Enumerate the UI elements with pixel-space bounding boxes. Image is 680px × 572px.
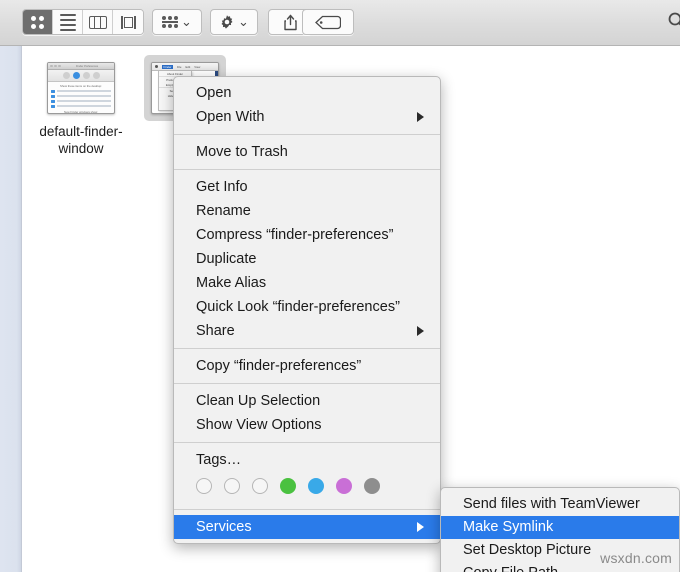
tag-icon [315,15,341,29]
icon-view-button[interactable] [23,10,53,34]
thumbnail-field-label: New Finder windows show: [64,110,98,114]
tags-button[interactable] [302,9,354,35]
menu-separator [174,509,440,510]
arrange-icon [162,16,179,28]
gallery-view-button[interactable] [113,10,143,34]
file-label[interactable]: default-finder- window [29,123,133,157]
tag-dot-none-1[interactable] [196,478,212,494]
file-item-default-finder-window[interactable]: Finder Preferences Show these items on t… [29,58,133,157]
submenu-item-label: Send files with TeamViewer [463,496,640,512]
menu-item-label: Show View Options [196,417,322,433]
menu-item-quick-look[interactable]: Quick Look “finder-preferences” [174,295,440,319]
chevron-down-icon: ⌄ [181,14,192,29]
menu-item-label: Clean Up Selection [196,393,321,409]
thumbnail-menu-view: View [194,64,201,69]
submenu-item-send-files-teamviewer[interactable]: Send files with TeamViewer [441,493,679,516]
menu-item-label: Get Info [196,179,248,195]
tag-dot-purple[interactable] [336,478,352,494]
tag-dot-gray[interactable] [364,478,380,494]
menu-item-label: Tags… [196,452,242,468]
menu-item-label: Make Alias [196,275,267,291]
menu-item-clean-up-selection[interactable]: Clean Up Selection [174,389,440,413]
file-label-line2: window [58,141,104,156]
thumbnail-menu-finder: Finder [162,64,173,69]
thumbnail-body: Show these items on the desktop: New Fin… [48,82,114,114]
arrange-button[interactable]: ⌄ [152,9,202,35]
menu-item-make-alias[interactable]: Make Alias [174,271,440,295]
submenu-arrow-icon [417,522,424,532]
menu-item-label: Quick Look “finder-preferences” [196,299,400,315]
menu-item-label: Duplicate [196,251,257,267]
thumbnail-toolbar [48,70,114,82]
action-button[interactable]: ⌄ [210,9,258,35]
menu-item-move-to-trash[interactable]: Move to Trash [174,140,440,164]
menu-item-label: Copy “finder-preferences” [196,358,362,374]
tag-color-row [174,472,440,504]
menu-separator [174,134,440,135]
menu-separator [174,383,440,384]
file-thumbnail[interactable]: Finder Preferences Show these items on t… [43,58,119,118]
submenu-item-label: Make Symlink [463,519,554,535]
list-view-button[interactable] [53,10,83,34]
menu-separator [174,348,440,349]
menu-item-duplicate[interactable]: Duplicate [174,247,440,271]
watermark: wsxdn.com [600,550,672,566]
view-mode-group [22,9,144,35]
finder-toolbar: ⌄ ⌄ [0,0,680,46]
file-label-line1: default-finder- [39,124,123,139]
menu-item-open-with[interactable]: Open With [174,105,440,129]
finder-preferences-thumbnail: Finder Preferences Show these items on t… [47,62,115,114]
submenu-item-label: Copy File Path [463,565,558,572]
menu-item-show-view-options[interactable]: Show View Options [174,413,440,437]
menu-item-label: Open [196,85,232,101]
tag-dot-none-3[interactable] [252,478,268,494]
menu-item-label: Share [196,323,235,339]
gallery-icon [120,15,137,29]
menu-item-label: Move to Trash [196,144,288,160]
submenu-item-label: Set Desktop Picture [463,542,592,558]
menu-item-label: Compress “finder-preferences” [196,227,394,243]
menu-item-tags[interactable]: Tags… [174,448,440,472]
thumbnail-menubar: Finder File Edit View [152,63,218,71]
thumbnail-menu-edit: Edit [185,64,191,69]
finder-sidebar[interactable] [0,46,22,572]
submenu-arrow-icon [417,326,424,336]
search-button[interactable] [666,10,680,37]
menu-item-compress[interactable]: Compress “finder-preferences” [174,223,440,247]
grid-icon [31,15,44,29]
thumbnail-titlebar: Finder Preferences [48,63,114,70]
thumbnail-title: Finder Preferences [76,64,99,68]
tag-dot-none-2[interactable] [224,478,240,494]
gear-icon [221,15,233,29]
finder-window: ⌄ ⌄ Finder Preferences Show these items … [0,0,680,572]
columns-icon [88,15,107,29]
tag-dot-blue[interactable] [308,478,324,494]
list-icon [59,13,76,31]
menu-item-get-info[interactable]: Get Info [174,175,440,199]
column-view-button[interactable] [83,10,113,34]
menu-item-label: Open With [196,109,265,125]
search-icon [668,12,680,26]
share-icon [283,14,297,30]
thumbnail-section-label: Show these items on the desktop: [60,84,102,88]
menu-item-open[interactable]: Open [174,81,440,105]
menu-item-label: Services [196,519,252,535]
submenu-arrow-icon [417,112,424,122]
menu-separator [174,169,440,170]
menu-item-copy[interactable]: Copy “finder-preferences” [174,354,440,378]
menu-item-services[interactable]: Services [174,515,440,539]
menu-item-rename[interactable]: Rename [174,199,440,223]
menu-item-share[interactable]: Share [174,319,440,343]
submenu-item-make-symlink[interactable]: Make Symlink [441,516,679,539]
tag-dot-green[interactable] [280,478,296,494]
context-menu[interactable]: Open Open With Move to Trash Get Info Re… [173,76,441,544]
chevron-down-icon: ⌄ [238,14,249,29]
menu-item-label: Rename [196,203,251,219]
menu-separator [174,442,440,443]
thumbnail-menu-file: File [176,64,182,69]
